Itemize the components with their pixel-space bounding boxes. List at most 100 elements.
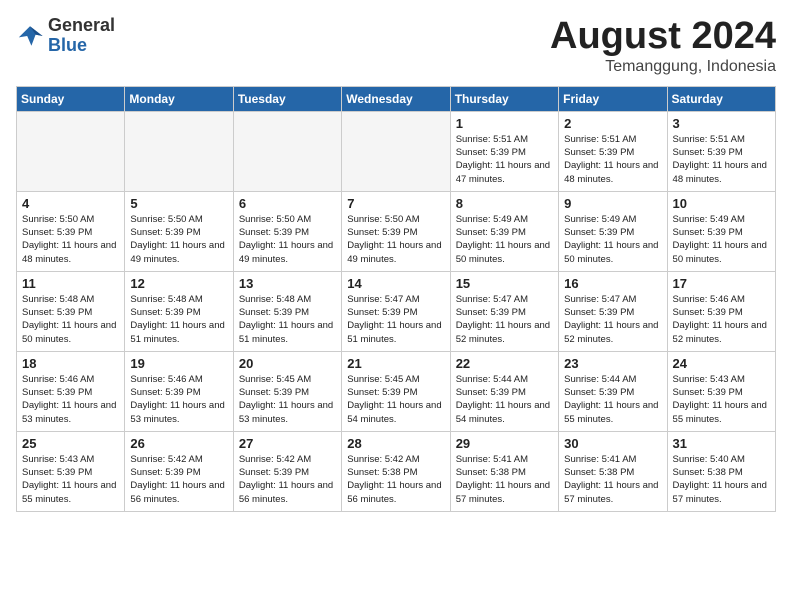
day-number: 10: [673, 196, 770, 211]
day-info: Sunrise: 5:51 AMSunset: 5:39 PMDaylight:…: [456, 133, 553, 186]
day-number: 25: [22, 436, 119, 451]
calendar-cell-7: 7 Sunrise: 5:50 AMSunset: 5:39 PMDaylight…: [342, 191, 450, 271]
month-year-title: August 2024: [550, 16, 776, 58]
day-info: Sunrise: 5:47 AMSunset: 5:39 PMDaylight:…: [347, 293, 444, 346]
day-info: Sunrise: 5:47 AMSunset: 5:39 PMDaylight:…: [564, 293, 661, 346]
day-info: Sunrise: 5:48 AMSunset: 5:39 PMDaylight:…: [22, 293, 119, 346]
day-number: 6: [239, 196, 336, 211]
calendar-table: SundayMondayTuesdayWednesdayThursdayFrid…: [16, 86, 776, 512]
calendar-week-row-5: 25 Sunrise: 5:43 AMSunset: 5:39 PMDayligh…: [17, 431, 776, 511]
calendar-cell-22: 22 Sunrise: 5:44 AMSunset: 5:39 PMDayligh…: [450, 351, 558, 431]
logo-bird-icon: [16, 22, 44, 50]
day-info: Sunrise: 5:49 AMSunset: 5:39 PMDaylight:…: [564, 213, 661, 266]
weekday-header-saturday: Saturday: [667, 86, 775, 111]
calendar-week-row-1: 1Sunrise: 5:51 AMSunset: 5:39 PMDaylight…: [17, 111, 776, 191]
calendar-cell-18: 18 Sunrise: 5:46 AMSunset: 5:39 PMDayligh…: [17, 351, 125, 431]
calendar-cell-6: 6 Sunrise: 5:50 AMSunset: 5:39 PMDaylight…: [233, 191, 341, 271]
day-info: Sunrise: 5:51 AMSunset: 5:39 PMDaylight:…: [673, 133, 770, 186]
calendar-cell-11: 11 Sunrise: 5:48 AMSunset: 5:39 PMDayligh…: [17, 271, 125, 351]
calendar-cell-16: 16 Sunrise: 5:47 AMSunset: 5:39 PMDayligh…: [559, 271, 667, 351]
calendar-cell-1: 1Sunrise: 5:51 AMSunset: 5:39 PMDaylight…: [450, 111, 558, 191]
day-number: 21: [347, 356, 444, 371]
weekday-header-monday: Monday: [125, 86, 233, 111]
weekday-header-wednesday: Wednesday: [342, 86, 450, 111]
day-info: Sunrise: 5:46 AMSunset: 5:39 PMDaylight:…: [130, 373, 227, 426]
calendar-cell-25: 25 Sunrise: 5:43 AMSunset: 5:39 PMDayligh…: [17, 431, 125, 511]
calendar-cell-5: 5 Sunrise: 5:50 AMSunset: 5:39 PMDaylight…: [125, 191, 233, 271]
calendar-week-row-2: 4 Sunrise: 5:50 AMSunset: 5:39 PMDaylight…: [17, 191, 776, 271]
calendar-cell-13: 13 Sunrise: 5:48 AMSunset: 5:39 PMDayligh…: [233, 271, 341, 351]
calendar-cell-4: 4 Sunrise: 5:50 AMSunset: 5:39 PMDaylight…: [17, 191, 125, 271]
day-number: 7: [347, 196, 444, 211]
calendar-cell-31: 31 Sunrise: 5:40 AMSunset: 5:38 PMDayligh…: [667, 431, 775, 511]
day-number: 23: [564, 356, 661, 371]
day-number: 12: [130, 276, 227, 291]
day-info: Sunrise: 5:43 AMSunset: 5:39 PMDaylight:…: [673, 373, 770, 426]
day-info: Sunrise: 5:46 AMSunset: 5:39 PMDaylight:…: [673, 293, 770, 346]
weekday-header-row: SundayMondayTuesdayWednesdayThursdayFrid…: [17, 86, 776, 111]
day-info: Sunrise: 5:46 AMSunset: 5:39 PMDaylight:…: [22, 373, 119, 426]
weekday-header-thursday: Thursday: [450, 86, 558, 111]
calendar-cell-30: 30Sunrise: 5:41 AMSunset: 5:38 PMDayligh…: [559, 431, 667, 511]
day-info: Sunrise: 5:42 AMSunset: 5:39 PMDaylight:…: [239, 453, 336, 506]
day-number: 31: [673, 436, 770, 451]
calendar-cell-26: 26 Sunrise: 5:42 AMSunset: 5:39 PMDayligh…: [125, 431, 233, 511]
logo: General Blue: [16, 16, 115, 56]
calendar-cell-21: 21 Sunrise: 5:45 AMSunset: 5:39 PMDayligh…: [342, 351, 450, 431]
day-number: 26: [130, 436, 227, 451]
location-subtitle: Temanggung, Indonesia: [550, 58, 776, 76]
day-info: Sunrise: 5:45 AMSunset: 5:39 PMDaylight:…: [347, 373, 444, 426]
calendar-cell-17: 17 Sunrise: 5:46 AMSunset: 5:39 PMDayligh…: [667, 271, 775, 351]
calendar-cell-27: 27Sunrise: 5:42 AMSunset: 5:39 PMDayligh…: [233, 431, 341, 511]
day-number: 28: [347, 436, 444, 451]
day-number: 13: [239, 276, 336, 291]
calendar-week-row-3: 11 Sunrise: 5:48 AMSunset: 5:39 PMDayligh…: [17, 271, 776, 351]
day-number: 2: [564, 116, 661, 131]
day-info: Sunrise: 5:43 AMSunset: 5:39 PMDaylight:…: [22, 453, 119, 506]
calendar-cell-19: 19 Sunrise: 5:46 AMSunset: 5:39 PMDayligh…: [125, 351, 233, 431]
day-number: 11: [22, 276, 119, 291]
calendar-cell-empty-1: [125, 111, 233, 191]
day-info: Sunrise: 5:48 AMSunset: 5:39 PMDaylight:…: [130, 293, 227, 346]
day-number: 4: [22, 196, 119, 211]
calendar-week-row-4: 18 Sunrise: 5:46 AMSunset: 5:39 PMDayligh…: [17, 351, 776, 431]
day-info: Sunrise: 5:49 AMSunset: 5:39 PMDaylight:…: [456, 213, 553, 266]
day-number: 29: [456, 436, 553, 451]
day-info: Sunrise: 5:45 AMSunset: 5:39 PMDaylight:…: [239, 373, 336, 426]
calendar-cell-empty-0: [17, 111, 125, 191]
day-info: Sunrise: 5:50 AMSunset: 5:39 PMDaylight:…: [130, 213, 227, 266]
calendar-cell-12: 12 Sunrise: 5:48 AMSunset: 5:39 PMDayligh…: [125, 271, 233, 351]
day-info: Sunrise: 5:41 AMSunset: 5:38 PMDaylight:…: [564, 453, 661, 506]
day-info: Sunrise: 5:50 AMSunset: 5:39 PMDaylight:…: [347, 213, 444, 266]
day-info: Sunrise: 5:40 AMSunset: 5:38 PMDaylight:…: [673, 453, 770, 506]
day-info: Sunrise: 5:42 AMSunset: 5:38 PMDaylight:…: [347, 453, 444, 506]
day-number: 22: [456, 356, 553, 371]
day-info: Sunrise: 5:42 AMSunset: 5:39 PMDaylight:…: [130, 453, 227, 506]
day-info: Sunrise: 5:50 AMSunset: 5:39 PMDaylight:…: [22, 213, 119, 266]
day-number: 20: [239, 356, 336, 371]
day-number: 9: [564, 196, 661, 211]
day-number: 19: [130, 356, 227, 371]
day-info: Sunrise: 5:47 AMSunset: 5:39 PMDaylight:…: [456, 293, 553, 346]
calendar-cell-empty-3: [342, 111, 450, 191]
calendar-cell-10: 10Sunrise: 5:49 AMSunset: 5:39 PMDayligh…: [667, 191, 775, 271]
calendar-cell-23: 23Sunrise: 5:44 AMSunset: 5:39 PMDayligh…: [559, 351, 667, 431]
day-info: Sunrise: 5:51 AMSunset: 5:39 PMDaylight:…: [564, 133, 661, 186]
calendar-cell-2: 2 Sunrise: 5:51 AMSunset: 5:39 PMDaylight…: [559, 111, 667, 191]
weekday-header-sunday: Sunday: [17, 86, 125, 111]
day-number: 8: [456, 196, 553, 211]
day-number: 15: [456, 276, 553, 291]
day-number: 14: [347, 276, 444, 291]
calendar-cell-24: 24 Sunrise: 5:43 AMSunset: 5:39 PMDayligh…: [667, 351, 775, 431]
day-number: 24: [673, 356, 770, 371]
calendar-cell-29: 29 Sunrise: 5:41 AMSunset: 5:38 PMDayligh…: [450, 431, 558, 511]
day-number: 17: [673, 276, 770, 291]
day-info: Sunrise: 5:41 AMSunset: 5:38 PMDaylight:…: [456, 453, 553, 506]
day-number: 16: [564, 276, 661, 291]
day-info: Sunrise: 5:50 AMSunset: 5:39 PMDaylight:…: [239, 213, 336, 266]
day-number: 5: [130, 196, 227, 211]
day-number: 18: [22, 356, 119, 371]
day-info: Sunrise: 5:44 AMSunset: 5:39 PMDaylight:…: [456, 373, 553, 426]
calendar-cell-empty-2: [233, 111, 341, 191]
day-info: Sunrise: 5:48 AMSunset: 5:39 PMDaylight:…: [239, 293, 336, 346]
